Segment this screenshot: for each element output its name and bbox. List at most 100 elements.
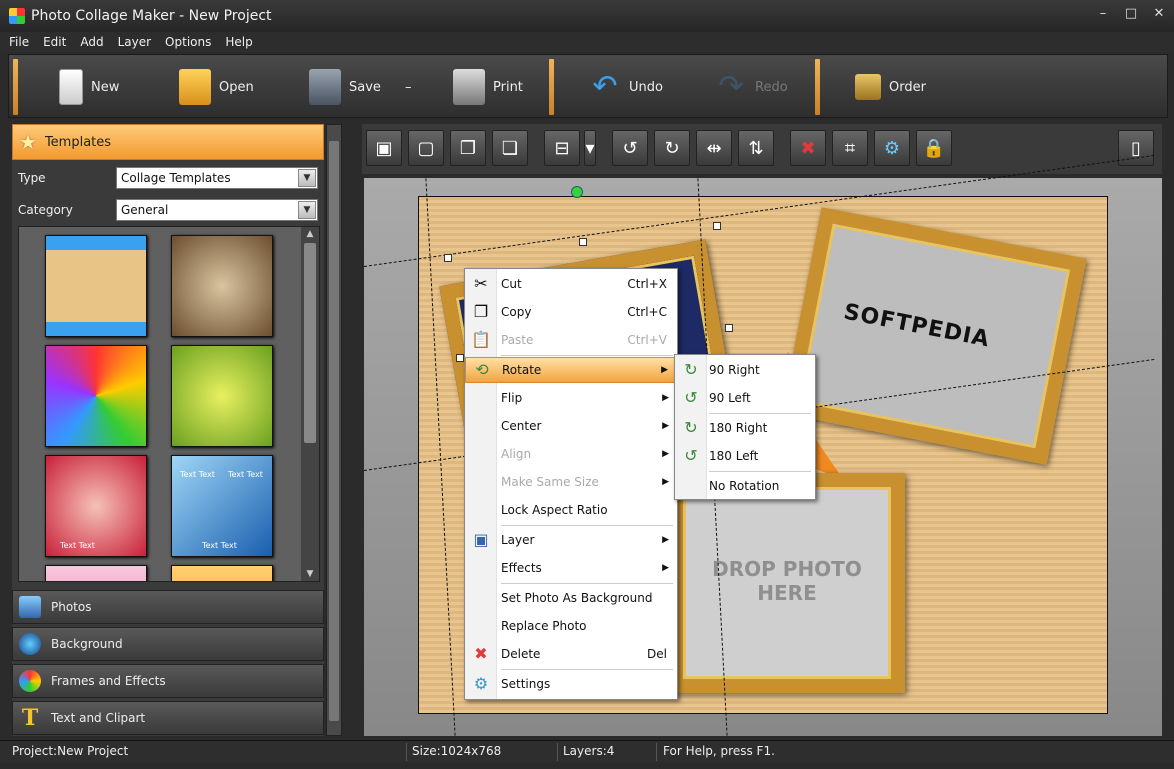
rotate-90-left[interactable]: ↺ 90 Left <box>675 385 815 411</box>
resize-handle[interactable] <box>725 324 733 332</box>
maximize-icon[interactable]: □ <box>1124 6 1138 22</box>
type-select[interactable]: Collage Templates ▼ <box>116 167 318 189</box>
context-menu-make-same-size[interactable]: Make Same Size ▶ <box>465 469 677 495</box>
rotate-90-right[interactable]: ↻ 90 Right <box>675 357 815 383</box>
rotate-180-right[interactable]: ↻ 180 Right <box>675 415 815 441</box>
menu-file[interactable]: File <box>9 35 29 49</box>
context-menu-set-background[interactable]: Set Photo As Background <box>465 585 677 611</box>
menu-options[interactable]: Options <box>165 35 211 49</box>
delete-x-icon: ✖ <box>474 644 488 663</box>
flip-vertical-icon[interactable]: ⇅ <box>738 130 774 166</box>
send-backward-icon[interactable]: ❏ <box>492 130 528 166</box>
context-menu-label: Settings <box>501 677 551 691</box>
menu-help[interactable]: Help <box>225 35 252 49</box>
tab-background[interactable]: Background <box>12 627 324 661</box>
window-controls: – □ ✕ <box>1096 6 1166 22</box>
template-thumbnail[interactable] <box>45 345 147 447</box>
undo-button-label: Undo <box>629 79 663 95</box>
save-button[interactable]: Save <box>309 61 381 113</box>
redo-button[interactable]: ↷ Redo <box>715 61 787 113</box>
template-thumbnail[interactable]: Text Text <box>45 455 147 557</box>
left-panel-scrollbar[interactable] <box>326 124 342 736</box>
align-icon[interactable]: ⊟ <box>544 130 580 166</box>
new-button-label: New <box>91 79 120 95</box>
template-thumbnail[interactable] <box>45 565 147 581</box>
context-menu-layer[interactable]: ▣ Layer ▶ <box>465 527 677 553</box>
context-menu-copy[interactable]: ❐ Copy Ctrl+C <box>465 299 677 325</box>
context-menu-label: Set Photo As Background <box>501 591 653 605</box>
context-menu-label: Rotate <box>502 363 542 377</box>
print-button[interactable]: Print <box>453 61 523 113</box>
menu-layer[interactable]: Layer <box>118 35 151 49</box>
template-thumbnail[interactable] <box>45 235 147 337</box>
delete-x-icon[interactable]: ✖ <box>790 130 826 166</box>
thumbnails-scrollbar[interactable]: ▲ ▼ <box>301 227 319 581</box>
new-button[interactable]: New <box>59 61 119 113</box>
chevron-down-icon[interactable]: ▼ <box>298 201 316 219</box>
chevron-down-icon[interactable]: ▼ <box>298 169 316 187</box>
rotate-none[interactable]: No Rotation <box>675 473 815 499</box>
resize-handle[interactable] <box>456 354 464 362</box>
template-thumbnail[interactable]: Text Text Text Text Text Text <box>171 455 273 557</box>
context-menu-flip[interactable]: Flip ▶ <box>465 385 677 411</box>
context-menu-center[interactable]: Center ▶ <box>465 413 677 439</box>
gear-icon[interactable]: ⚙ <box>874 130 910 166</box>
submenu-label: 180 Left <box>709 449 759 463</box>
template-thumbnail[interactable] <box>171 235 273 337</box>
rotate-left-icon[interactable]: ↺ <box>612 130 648 166</box>
flip-horizontal-icon[interactable]: ⇹ <box>696 130 732 166</box>
photo-frame[interactable]: SOFTPEDIA <box>781 207 1087 465</box>
context-menu-rotate[interactable]: ⟲ Rotate ▶ <box>465 357 677 383</box>
context-menu-align[interactable]: Align ▶ <box>465 441 677 467</box>
bring-forward-icon[interactable]: ❐ <box>450 130 486 166</box>
context-menu-paste[interactable]: 📋 Paste Ctrl+V <box>465 327 677 353</box>
category-select[interactable]: General ▼ <box>116 199 318 221</box>
save-dropdown-button[interactable]: – <box>405 61 412 113</box>
clipboard-icon: 📋 <box>471 330 491 349</box>
menu-edit[interactable]: Edit <box>43 35 66 49</box>
context-menu-settings[interactable]: ⚙ Settings <box>465 671 677 697</box>
context-menu-effects[interactable]: Effects ▶ <box>465 555 677 581</box>
templates-header[interactable]: ★ Templates <box>12 124 324 160</box>
category-row: Category General ▼ <box>12 196 324 224</box>
context-menu-shortcut: Ctrl+V <box>627 333 667 347</box>
resize-handle[interactable] <box>579 238 587 246</box>
rotate-180-left[interactable]: ↺ 180 Left <box>675 443 815 469</box>
context-menu-replace-photo[interactable]: Replace Photo <box>465 613 677 639</box>
window-title: Photo Collage Maker - New Project <box>31 8 272 24</box>
tab-photos[interactable]: Photos <box>12 590 324 624</box>
open-button[interactable]: Open <box>179 61 254 113</box>
close-icon[interactable]: ✕ <box>1152 6 1166 22</box>
minimize-icon[interactable]: – <box>1096 6 1110 22</box>
context-menu-lock-aspect[interactable]: Lock Aspect Ratio <box>465 497 677 523</box>
scrollbar-thumb[interactable] <box>329 141 339 721</box>
template-thumbnail[interactable] <box>171 565 273 581</box>
bring-to-front-icon[interactable]: ▣ <box>366 130 402 166</box>
context-menu-cut[interactable]: ✂ Cut Ctrl+X <box>465 271 677 297</box>
align-dropdown-icon[interactable]: ▾ <box>584 130 596 166</box>
template-thumbnail[interactable] <box>171 345 273 447</box>
menu-add[interactable]: Add <box>80 35 103 49</box>
rotate-handle[interactable] <box>571 186 583 198</box>
undo-button[interactable]: ↶ Undo <box>589 61 663 113</box>
order-button[interactable]: Order <box>855 61 926 113</box>
context-menu-delete[interactable]: ✖ Delete Del <box>465 641 677 667</box>
status-divider <box>406 743 407 761</box>
tab-frames-effects[interactable]: Frames and Effects <box>12 664 324 698</box>
page-icon[interactable]: ▯ <box>1118 130 1154 166</box>
context-menu-separator <box>501 525 673 526</box>
rotate-right-icon[interactable]: ↻ <box>654 130 690 166</box>
resize-handle[interactable] <box>444 254 452 262</box>
chevron-down-icon[interactable]: ▼ <box>301 567 319 581</box>
tab-text-clipart[interactable]: T Text and Clipart <box>12 701 324 735</box>
scrollbar-thumb[interactable] <box>304 243 316 443</box>
drop-photo-frame[interactable]: DROP PHOTO HERE <box>669 473 905 693</box>
submenu-label: No Rotation <box>709 479 780 493</box>
send-to-back-icon[interactable]: ▢ <box>408 130 444 166</box>
chevron-up-icon[interactable]: ▲ <box>301 227 319 241</box>
chevron-right-icon: ▶ <box>662 421 669 431</box>
lock-icon[interactable]: 🔒 <box>916 130 952 166</box>
resize-handle[interactable] <box>713 222 721 230</box>
crop-icon[interactable]: ⌗ <box>832 130 868 166</box>
type-select-value: Collage Templates <box>121 171 231 185</box>
